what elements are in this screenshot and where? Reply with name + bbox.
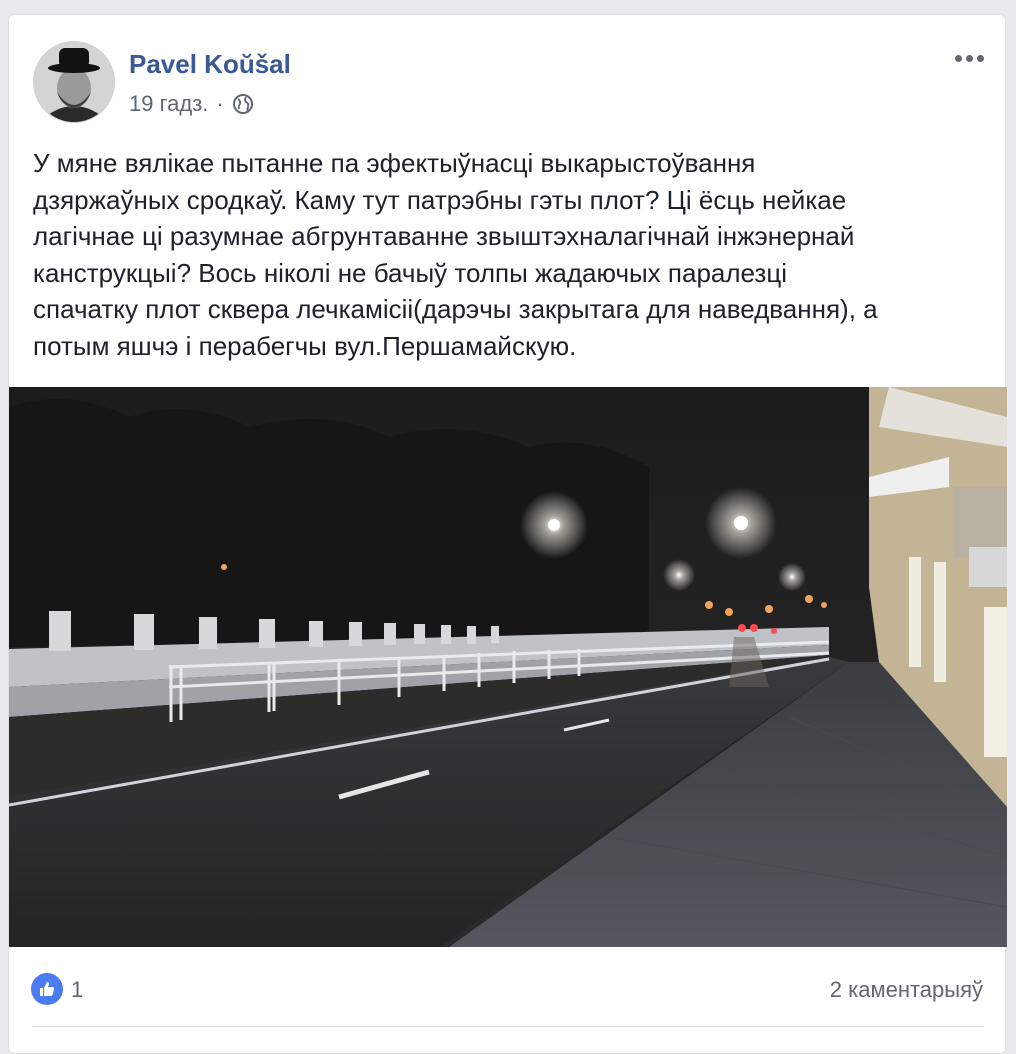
meta-separator: · <box>216 91 224 116</box>
dot-1 <box>954 54 962 62</box>
author-name[interactable]: Pavel Koŭšal <box>129 49 291 80</box>
comments-count[interactable]: 2 каментарыяў <box>830 977 983 1003</box>
divider <box>33 1026 983 1027</box>
post-photo[interactable] <box>9 387 1007 947</box>
post-meta: 19 гадз. · <box>129 91 254 117</box>
post-card: Pavel Koŭšal 19 гадз. · У мяне вялікае п… <box>8 14 1007 1054</box>
timestamp[interactable]: 19 гадз. <box>129 91 208 117</box>
ellipsis-icon[interactable] <box>949 43 989 73</box>
dot-2 <box>965 54 973 62</box>
avatar[interactable] <box>33 41 115 123</box>
thumbs-up-icon[interactable] <box>31 973 63 1005</box>
post-text: У мяне вялікае пытанне па эфектыўнасці в… <box>33 148 878 361</box>
dot-3 <box>976 54 984 62</box>
like-count[interactable]: 1 <box>71 977 83 1003</box>
post-footer: 1 2 каментарыяў <box>9 947 1007 1027</box>
globe-icon[interactable] <box>232 93 254 115</box>
